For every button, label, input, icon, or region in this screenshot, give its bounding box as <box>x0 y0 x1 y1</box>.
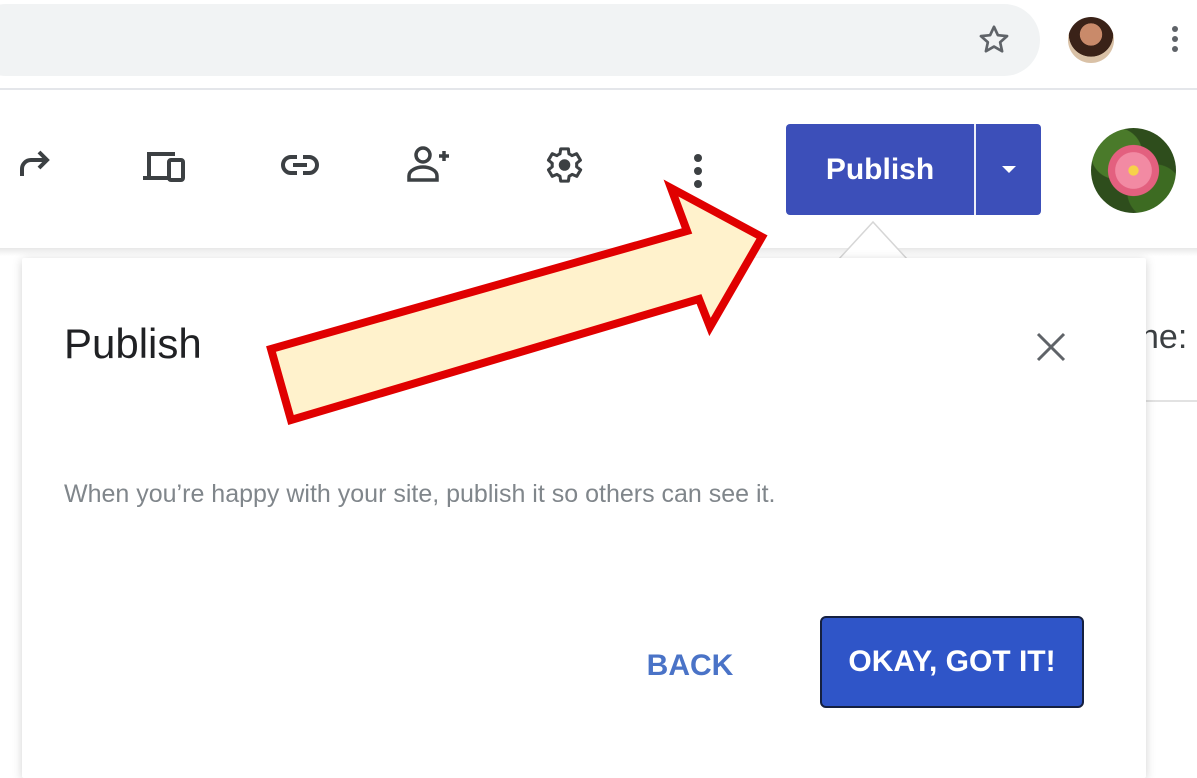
popup-pointer <box>838 220 908 260</box>
user-avatar[interactable] <box>1091 128 1176 213</box>
link-icon[interactable] <box>277 142 323 188</box>
publish-button[interactable]: Publish <box>786 124 974 215</box>
background-tab-text: he: <box>1140 318 1188 356</box>
popup-title: Publish <box>64 320 202 367</box>
toolbar-shadow <box>0 248 1197 256</box>
publish-split-button: Publish <box>786 124 1041 215</box>
okay-got-it-button[interactable]: OKAY, GOT IT! <box>820 616 1084 708</box>
browser-chrome <box>0 0 1197 90</box>
publish-popup: Publish When you’re happy with your site… <box>22 258 1146 778</box>
back-button[interactable]: BACK <box>626 636 754 696</box>
address-bar[interactable] <box>0 4 1040 76</box>
close-button[interactable] <box>1028 324 1074 370</box>
star-icon[interactable] <box>976 22 1012 58</box>
share-person-add-icon[interactable] <box>405 142 451 188</box>
publish-options-button[interactable] <box>976 124 1041 215</box>
device-preview-icon[interactable] <box>141 142 187 188</box>
settings-gear-icon[interactable] <box>540 142 586 188</box>
more-vert-icon[interactable] <box>690 150 706 196</box>
caret-down-icon <box>1002 166 1016 173</box>
divider <box>1146 400 1197 402</box>
close-icon <box>1036 332 1066 362</box>
popup-description: When you’re happy with your site, publis… <box>64 480 776 508</box>
more-vert-icon[interactable] <box>1168 22 1182 62</box>
browser-profile-avatar[interactable] <box>1068 17 1114 63</box>
redo-icon[interactable] <box>12 142 58 188</box>
